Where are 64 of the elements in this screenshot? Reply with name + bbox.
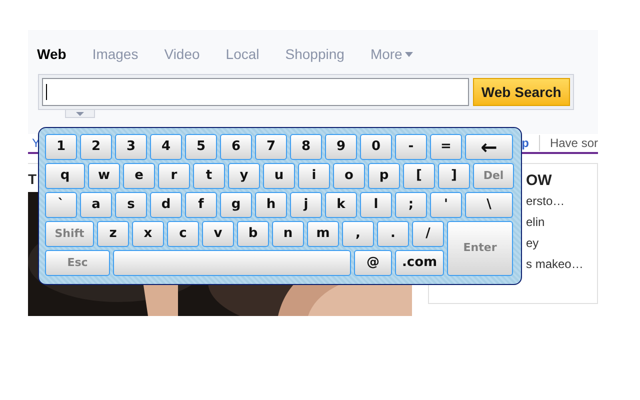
keyboard-key[interactable]: ' bbox=[430, 192, 462, 218]
search-button[interactable]: Web Search bbox=[472, 78, 570, 106]
keyboard-key[interactable]: \ bbox=[465, 192, 513, 218]
keyboard-key[interactable]: n bbox=[272, 221, 304, 247]
keyboard-key[interactable]: z bbox=[97, 221, 129, 247]
panel-link[interactable]: elin bbox=[526, 213, 597, 234]
nav-text: Have sor bbox=[550, 135, 598, 152]
search-field[interactable] bbox=[42, 78, 469, 106]
keyboard-key[interactable]: t bbox=[193, 163, 225, 189]
keyboard-key[interactable]: , bbox=[342, 221, 374, 247]
keyboard-key[interactable]: 3 bbox=[115, 134, 147, 160]
keyboard-key[interactable]: a bbox=[80, 192, 112, 218]
panel-link[interactable]: ey bbox=[526, 234, 597, 255]
keyboard-key[interactable]: 2 bbox=[80, 134, 112, 160]
keyboard-key[interactable]: @ bbox=[354, 250, 392, 276]
keyboard-key[interactable]: q bbox=[45, 163, 85, 189]
keyboard-key[interactable]: s bbox=[115, 192, 147, 218]
keyboard-key[interactable]: g bbox=[220, 192, 252, 218]
space-key[interactable] bbox=[113, 250, 351, 276]
keyboard-key[interactable]: o bbox=[333, 163, 365, 189]
keyboard-key[interactable]: - bbox=[395, 134, 427, 160]
keyboard-key[interactable]: h bbox=[255, 192, 287, 218]
keyboard-key[interactable]: m bbox=[307, 221, 339, 247]
keyboard-key[interactable]: 5 bbox=[185, 134, 217, 160]
keyboard-key[interactable]: e bbox=[123, 163, 155, 189]
nav-tab[interactable]: Web bbox=[37, 44, 66, 64]
panel-link[interactable]: ersto… bbox=[526, 192, 597, 213]
dropdown-tab[interactable] bbox=[65, 110, 95, 118]
keyboard-key[interactable]: d bbox=[150, 192, 182, 218]
keyboard-key[interactable]: 8 bbox=[290, 134, 322, 160]
keyboard-key[interactable]: c bbox=[167, 221, 199, 247]
keyboard-key[interactable]: ] bbox=[438, 163, 470, 189]
keyboard-key[interactable]: ; bbox=[395, 192, 427, 218]
keyboard-key[interactable]: i bbox=[298, 163, 330, 189]
panel-heading: OW bbox=[526, 171, 553, 191]
keyboard-key[interactable]: l bbox=[360, 192, 392, 218]
keyboard-key[interactable]: .com bbox=[395, 250, 444, 276]
keyboard-key[interactable]: 6 bbox=[220, 134, 252, 160]
text-cursor bbox=[46, 84, 47, 100]
keyboard-key[interactable]: v bbox=[202, 221, 234, 247]
keyboard-key[interactable]: . bbox=[377, 221, 409, 247]
keyboard-key[interactable]: k bbox=[325, 192, 357, 218]
keyboard-key[interactable]: j bbox=[290, 192, 322, 218]
keyboard-key[interactable]: 9 bbox=[325, 134, 357, 160]
keyboard-key[interactable]: 1 bbox=[45, 134, 77, 160]
keyboard-key[interactable]: y bbox=[228, 163, 260, 189]
keyboard-key[interactable]: r bbox=[158, 163, 190, 189]
section-heading: T bbox=[28, 171, 37, 187]
nav-link[interactable]: p bbox=[522, 134, 529, 152]
keyboard-key[interactable]: ← bbox=[465, 134, 513, 160]
keyboard-key[interactable]: 0 bbox=[360, 134, 392, 160]
keyboard-key[interactable]: ` bbox=[45, 192, 77, 218]
keyboard-key[interactable]: = bbox=[430, 134, 462, 160]
keyboard-key[interactable]: x bbox=[132, 221, 164, 247]
keyboard-key[interactable]: w bbox=[88, 163, 120, 189]
keyboard-key[interactable]: p bbox=[368, 163, 400, 189]
keyboard-key[interactable]: / bbox=[412, 221, 444, 247]
keyboard-key[interactable]: b bbox=[237, 221, 269, 247]
keyboard-key[interactable]: 4 bbox=[150, 134, 182, 160]
keyboard-key[interactable]: u bbox=[263, 163, 295, 189]
keyboard-key[interactable]: f bbox=[185, 192, 217, 218]
panel-link[interactable]: s makeo… bbox=[526, 255, 597, 276]
keyboard-key[interactable]: [ bbox=[403, 163, 435, 189]
keyboard-key[interactable]: 7 bbox=[255, 134, 287, 160]
